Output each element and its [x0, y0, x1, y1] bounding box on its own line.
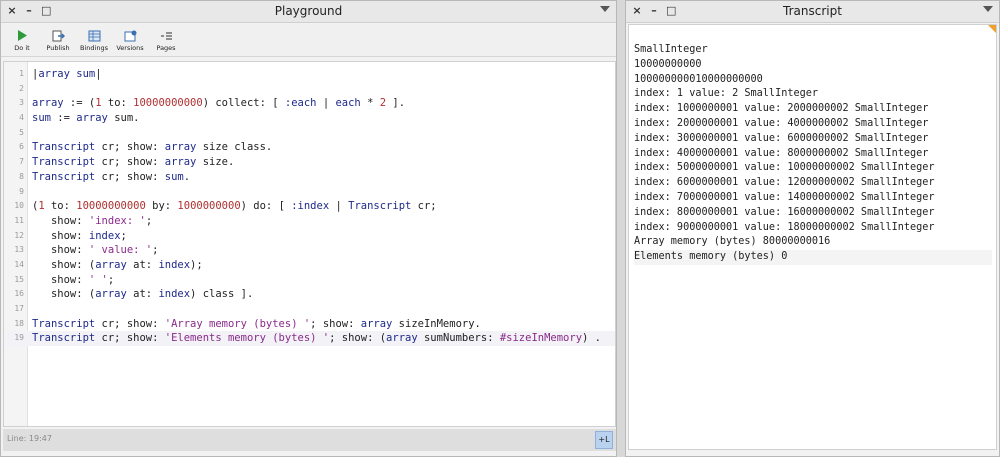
code-line[interactable]: (1 to: 10000000000 by: 1000000000) do: [… — [32, 199, 437, 214]
status-bar: Line: 19:47 +L — [3, 429, 616, 451]
playground-toolbar: Do it Publish Bindings Versions Pages — [1, 24, 616, 57]
versions-icon — [123, 29, 137, 42]
bindings-button[interactable]: Bindings — [79, 24, 109, 57]
versions-label: Versions — [116, 44, 144, 52]
window-title: Transcript — [783, 4, 842, 18]
line-number: 9 — [19, 186, 24, 196]
transcript-window: × – □ Transcript SmallInteger 1000000000… — [625, 0, 1000, 457]
output-line: Array memory (bytes) 80000000016 — [634, 236, 831, 248]
output-line: index: 2000000001 value: 4000000002 Smal… — [634, 117, 929, 129]
do-it-button[interactable]: Do it — [7, 24, 37, 57]
line-number: 12 — [14, 230, 24, 240]
output-line: SmallInteger — [634, 44, 708, 55]
code-line[interactable]: show: index; — [32, 229, 127, 244]
corner-marker-icon — [988, 25, 996, 33]
output-line: index: 5000000001 value: 10000000002 Sma… — [634, 162, 935, 174]
output-line: index: 4000000001 value: 8000000002 Smal… — [634, 147, 929, 159]
output-line: index: 8000000001 value: 16000000002 Sma… — [634, 206, 935, 218]
line-numbers-toggle-button[interactable]: +L — [595, 431, 613, 449]
output-line: 10000000000 — [634, 58, 702, 70]
pages-icon — [159, 29, 173, 42]
cursor-position: Line: 19:47 — [7, 434, 52, 443]
output-line: Elements memory (bytes) 0 — [634, 250, 992, 265]
output-line: index: 7000000001 value: 14000000002 Sma… — [634, 191, 935, 203]
output-line: index: 1000000001 value: 2000000002 Smal… — [634, 103, 929, 115]
pages-label: Pages — [156, 44, 176, 52]
line-number: 17 — [14, 304, 24, 313]
window-menu-icon[interactable] — [983, 6, 993, 12]
line-number: 5 — [19, 127, 24, 137]
play-icon — [15, 29, 29, 42]
code-line[interactable]: Transcript cr; show: array size. — [32, 155, 234, 170]
code-editor[interactable]: 1 |array sum| 2 3 array := (1 to: 10000000… — [3, 61, 616, 427]
code-line[interactable]: sum := array sum. — [32, 111, 139, 126]
line-number: 3 — [19, 98, 24, 108]
output-line: index: 9000000001 value: 18000000002 Sma… — [634, 221, 935, 233]
line-number: 1 — [19, 69, 24, 78]
line-number: 2 — [19, 83, 24, 93]
code-line[interactable]: show: ' value: '; — [32, 243, 159, 258]
line-number: 13 — [14, 245, 24, 255]
output-line: 100000000010000000000 — [634, 73, 763, 85]
line-number: 11 — [14, 215, 24, 225]
do-it-label: Do it — [14, 44, 30, 52]
code-line[interactable]: show: 'index: '; — [32, 214, 152, 229]
line-number: 4 — [19, 113, 24, 123]
line-number: 10 — [14, 201, 24, 211]
versions-button[interactable]: Versions — [115, 24, 145, 57]
code-line[interactable]: Transcript cr; show: array size class. — [32, 140, 272, 155]
code-line-current[interactable]: Transcript cr; show: 'Elements memory (b… — [32, 331, 601, 346]
code-line[interactable]: |array sum| — [32, 67, 102, 82]
publish-icon — [51, 29, 65, 42]
line-number: 16 — [14, 289, 24, 299]
line-number: 6 — [19, 142, 24, 152]
line-number: 19 — [14, 333, 24, 343]
code-line[interactable]: show: (array at: index) class ]. — [32, 287, 253, 302]
line-number: 15 — [14, 274, 24, 284]
code-line[interactable]: array := (1 to: 10000000000) collect: [ … — [32, 96, 405, 111]
code-line[interactable]: Transcript cr; show: 'Array memory (byte… — [32, 317, 481, 332]
code-line[interactable]: Transcript cr; show: sum. — [32, 170, 190, 185]
pages-button[interactable]: Pages — [151, 24, 181, 57]
output-line: index: 3000000001 value: 6000000002 Smal… — [634, 132, 929, 144]
window-title: Playground — [274, 4, 343, 18]
publish-button[interactable]: Publish — [43, 24, 73, 57]
window-menu-icon[interactable] — [600, 6, 610, 12]
bindings-icon — [87, 29, 101, 42]
transcript-titlebar[interactable]: × – □ Transcript — [626, 1, 999, 23]
code-line[interactable]: show: (array at: index); — [32, 258, 203, 273]
playground-titlebar[interactable]: × – □ Playground — [1, 1, 616, 23]
playground-window: × – □ Playground Do it Publish Bindings — [0, 0, 617, 457]
line-number: 14 — [14, 259, 24, 269]
line-number: 18 — [14, 318, 24, 328]
line-number: 8 — [19, 171, 24, 181]
output-line: index: 1 value: 2 SmallInteger — [634, 88, 819, 100]
transcript-output[interactable]: SmallInteger 10000000000 100000000010000… — [628, 24, 997, 450]
publish-label: Publish — [46, 44, 70, 52]
code-line[interactable]: show: ' '; — [32, 273, 114, 288]
bindings-label: Bindings — [80, 44, 108, 52]
line-number: 7 — [19, 157, 24, 167]
output-line: index: 6000000001 value: 12000000002 Sma… — [634, 177, 935, 189]
